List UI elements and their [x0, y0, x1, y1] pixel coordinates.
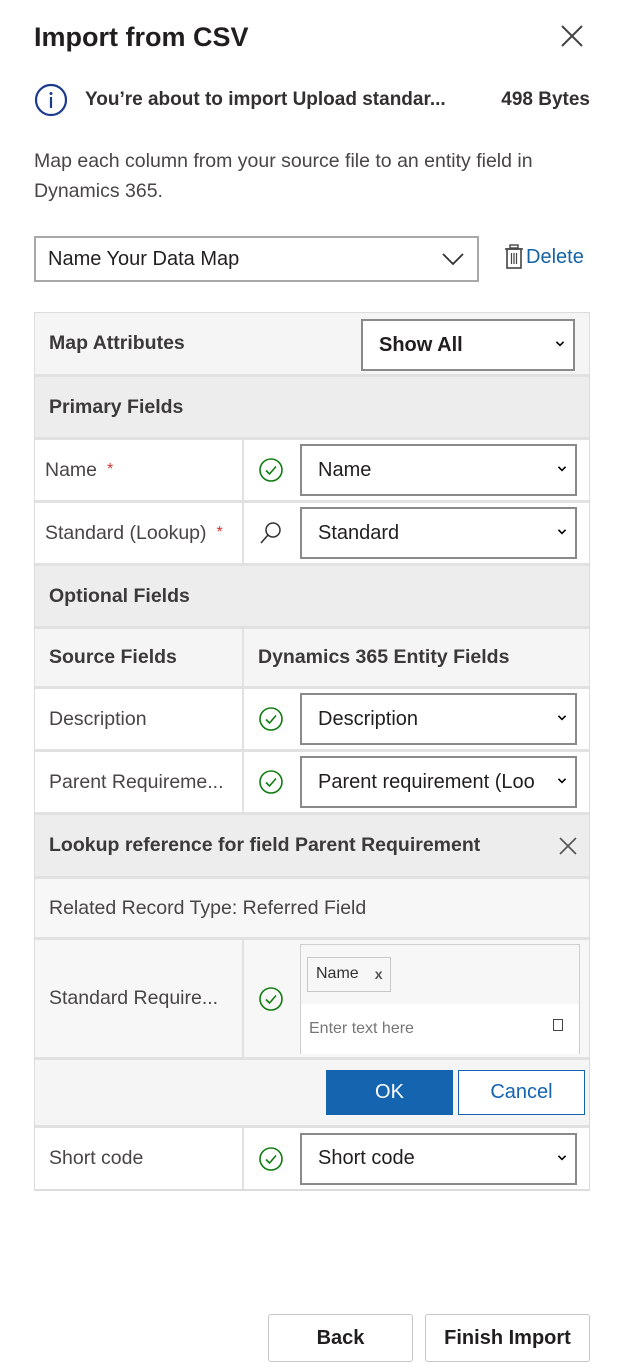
- selected-field-tag: Name x: [307, 956, 392, 992]
- lookup-reference-title: Lookup reference for field Parent Requir…: [49, 834, 481, 856]
- related-record-type: Related Record Type: Referred Field: [49, 896, 367, 919]
- related-record-type-row: Related Record Type: Referred Field: [35, 879, 589, 940]
- source-field-cell: Standard (Lookup) *: [35, 503, 244, 563]
- remove-tag-button[interactable]: x: [375, 966, 383, 982]
- checkbox[interactable]: [553, 1018, 563, 1031]
- target-field-selected: Description: [318, 707, 419, 730]
- lookup-text-input[interactable]: [301, 1003, 579, 1054]
- finish-import-button[interactable]: Finish Import: [425, 1314, 590, 1362]
- show-filter-selected: Show All: [379, 333, 463, 356]
- check-circle-icon: [259, 1146, 283, 1171]
- check-circle-icon: [259, 770, 283, 794]
- close-icon: [561, 25, 583, 47]
- target-field-cell: Description: [244, 689, 589, 749]
- chevron-down-icon: [553, 526, 567, 538]
- lookup-actions-row: OK Cancel: [35, 1060, 589, 1128]
- check-circle-icon: [259, 986, 283, 1011]
- chevron-down-icon: [553, 712, 567, 724]
- instructions-text: Map each column from your source file to…: [34, 150, 533, 202]
- target-field-dropdown[interactable]: Description: [300, 693, 577, 745]
- source-field-cell: Name *: [35, 440, 244, 500]
- mapping-grid: Map Attributes Show All Primary Fields N…: [34, 312, 590, 1191]
- back-button[interactable]: Back: [268, 1314, 413, 1362]
- entity-fields-column-header: Dynamics 365 Entity Fields: [258, 646, 510, 668]
- lookup-field-picker: Name x: [300, 943, 580, 1054]
- file-size: 498 Bytes: [501, 89, 590, 110]
- table-row: Parent Requireme... Parent requirement (…: [35, 752, 589, 815]
- primary-fields-section: Primary Fields: [35, 377, 589, 440]
- data-map-dropdown[interactable]: Name Your Data Map: [34, 236, 479, 282]
- target-field-dropdown[interactable]: Name: [300, 444, 577, 496]
- trash-icon: [505, 244, 523, 269]
- import-file-text: You’re about to import Upload standar...: [85, 89, 446, 110]
- table-row: Description Description: [35, 689, 589, 752]
- check-circle-icon: [259, 458, 283, 482]
- column-header-row: Source Fields Dynamics 365 Entity Fields: [35, 629, 589, 689]
- ok-button[interactable]: OK: [326, 1070, 453, 1115]
- source-field-name: Short code: [35, 1128, 244, 1189]
- chevron-down-icon: [553, 775, 567, 787]
- close-icon[interactable]: [557, 835, 579, 857]
- table-row: Name * Name: [35, 440, 589, 503]
- data-map-selected: Name Your Data Map: [48, 247, 240, 270]
- lookup-field-cell: Name x: [244, 940, 589, 1057]
- source-field-name: Parent Requireme...: [35, 752, 244, 812]
- lookup-reference-header: Lookup reference for field Parent Requir…: [35, 815, 589, 879]
- close-button[interactable]: [558, 22, 586, 50]
- target-field-selected: Short code: [318, 1147, 415, 1169]
- chevron-down-icon: [551, 338, 565, 350]
- lookup-field-row: Standard Require... Name x: [35, 940, 589, 1060]
- target-field-cell: Parent requirement (Loo: [244, 752, 589, 812]
- lookup-field-label: Standard Require...: [35, 940, 244, 1057]
- source-field-name: Standard (Lookup): [45, 521, 207, 544]
- cancel-button[interactable]: Cancel: [458, 1070, 585, 1115]
- source-field-name: Name: [45, 458, 98, 481]
- target-field-cell: Short code: [244, 1128, 589, 1189]
- target-field-selected: Parent requirement (Loo: [318, 770, 535, 793]
- target-field-dropdown[interactable]: Parent requirement (Loo: [300, 756, 577, 808]
- target-field-selected: Name: [318, 458, 372, 481]
- map-attributes-header: Map Attributes Show All: [35, 313, 589, 377]
- optional-fields-section: Optional Fields: [35, 566, 589, 629]
- table-row: Standard (Lookup) * Standard: [35, 503, 589, 566]
- required-marker: *: [107, 461, 114, 478]
- map-attributes-label: Map Attributes: [49, 332, 185, 354]
- check-circle-icon: [259, 707, 283, 731]
- delete-button[interactable]: Delete: [504, 244, 584, 270]
- show-filter-dropdown[interactable]: Show All: [361, 319, 575, 371]
- info-icon: [34, 83, 68, 117]
- table-row: Short code Short code: [35, 1128, 589, 1191]
- dialog-title: Import from CSV: [34, 22, 249, 52]
- chevron-down-icon: [553, 1151, 567, 1164]
- tag-label: Name: [316, 965, 359, 982]
- chevron-down-icon: [553, 463, 567, 475]
- delete-label: Delete: [526, 245, 584, 268]
- target-field-cell: Name: [244, 440, 589, 500]
- target-field-selected: Standard: [318, 521, 400, 544]
- target-field-dropdown[interactable]: Short code: [300, 1132, 577, 1185]
- required-marker: *: [216, 524, 223, 541]
- source-fields-column-header: Source Fields: [35, 629, 244, 686]
- search-icon: [260, 522, 281, 544]
- import-info-bar: You’re about to import Upload standar...…: [34, 82, 590, 118]
- source-field-name: Description: [35, 689, 244, 749]
- primary-fields-label: Primary Fields: [49, 395, 184, 418]
- target-field-cell: Standard: [244, 503, 589, 563]
- chevron-down-icon: [442, 253, 464, 266]
- optional-fields-label: Optional Fields: [49, 584, 190, 607]
- target-field-dropdown[interactable]: Standard: [300, 507, 577, 559]
